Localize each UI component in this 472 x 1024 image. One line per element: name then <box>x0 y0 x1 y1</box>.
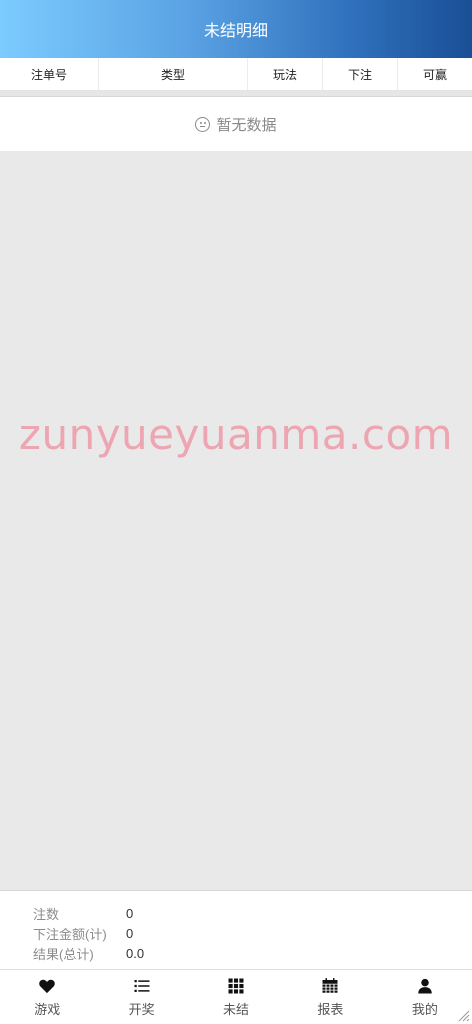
user-icon <box>418 978 432 993</box>
list-icon <box>134 979 150 992</box>
tab-reports[interactable]: 报表 <box>283 970 377 1024</box>
page-title: 未结明细 <box>203 23 268 40</box>
tab-unsettled[interactable]: 未结 <box>189 970 283 1024</box>
summary-row-count: 注数 0 <box>33 903 472 923</box>
column-header-type: 类型 <box>99 58 248 90</box>
tab-label: 游戏 <box>34 1001 61 1017</box>
table-header: 注单号 类型 玩法 下注 可赢 <box>0 58 472 91</box>
summary-value: 0.0 <box>126 945 145 961</box>
summary-row-result: 结果(总计) 0.0 <box>33 943 472 963</box>
tab-results[interactable]: 开奖 <box>94 970 188 1024</box>
tab-label: 未结 <box>223 1001 250 1017</box>
summary-label: 下注金额(计) <box>33 926 107 942</box>
summary-row-amount: 下注金额(计) 0 <box>33 923 472 943</box>
grid-icon <box>228 978 244 993</box>
summary-value: 0 <box>126 905 134 921</box>
column-header-bet-id: 注单号 <box>0 58 99 90</box>
summary-label: 注数 <box>33 906 60 922</box>
column-header-win: 可赢 <box>422 67 447 82</box>
tab-label: 开奖 <box>128 1001 155 1017</box>
empty-state: 暂无数据 <box>0 97 472 151</box>
tab-label: 我的 <box>411 1001 438 1017</box>
resize-handle-icon[interactable] <box>458 1010 470 1022</box>
calendar-icon <box>322 977 338 993</box>
tab-label: 报表 <box>317 1001 344 1017</box>
summary-panel: 注数 0 下注金额(计) 0 结果(总计) 0.0 <box>0 890 472 969</box>
sad-face-icon <box>195 116 211 132</box>
page-header: 未结明细 <box>0 0 472 58</box>
summary-label: 结果(总计) <box>33 946 94 962</box>
bottom-tab-bar: 游戏 开奖 未结 报表 我的 <box>0 969 472 1024</box>
heart-icon <box>39 979 55 993</box>
empty-text: 暂无数据 <box>216 116 277 134</box>
tab-games[interactable]: 游戏 <box>0 970 94 1024</box>
watermark: zunyueyuanma.com <box>18 410 454 459</box>
summary-value: 0 <box>126 925 134 941</box>
column-header-play: 玩法 <box>248 58 323 90</box>
column-header-bet: 下注 <box>323 58 398 90</box>
